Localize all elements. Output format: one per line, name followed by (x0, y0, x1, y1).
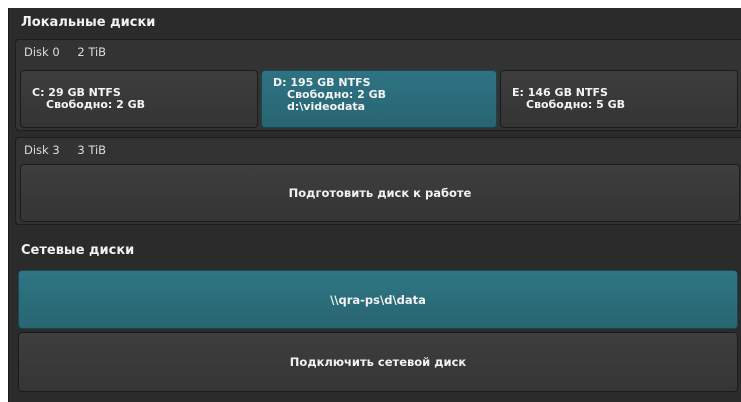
disk-3-group: Disk 3 3 TiB Подготовить диск к работе (15, 137, 741, 225)
disk-0-size: 2 TiB (77, 45, 107, 59)
partition-c-free: Свободно: 2 GB (46, 98, 145, 111)
disk-0-group: Disk 0 2 TiB C: 29 GB NTFS Свободно: 2 G… (15, 39, 741, 131)
disk-3-header: Disk 3 3 TiB (24, 143, 106, 157)
disk-3-name: Disk 3 (24, 143, 60, 157)
partition-c[interactable]: C: 29 GB NTFS Свободно: 2 GB (20, 70, 258, 128)
partition-d[interactable]: D: 195 GB NTFS Свободно: 2 GB d:\videoda… (261, 70, 497, 128)
network-disks-title: Сетевые диски (21, 243, 135, 258)
network-share-item[interactable]: \\qra-ps\d\data (18, 270, 738, 329)
partition-e[interactable]: E: 146 GB NTFS Свободно: 5 GB (500, 70, 738, 128)
connect-network-disk-label: Подключить сетевой диск (289, 355, 467, 369)
connect-network-disk-button[interactable]: Подключить сетевой диск (18, 332, 738, 392)
disk-3-size: 3 TiB (77, 143, 107, 157)
prepare-disk-label: Подготовить диск к работе (288, 186, 472, 200)
partition-d-mount-path: d:\videodata (287, 100, 366, 113)
partition-e-free: Свободно: 5 GB (526, 98, 625, 111)
prepare-disk-button[interactable]: Подготовить диск к работе (20, 164, 740, 222)
disk-0-header: Disk 0 2 TiB (24, 45, 106, 59)
network-share-path: \\qra-ps\d\data (330, 292, 426, 307)
disk-0-name: Disk 0 (24, 45, 60, 59)
local-disks-title: Локальные диски (21, 15, 156, 30)
disk-management-panel: Локальные диски Disk 0 2 TiB C: 29 GB NT… (8, 8, 741, 402)
